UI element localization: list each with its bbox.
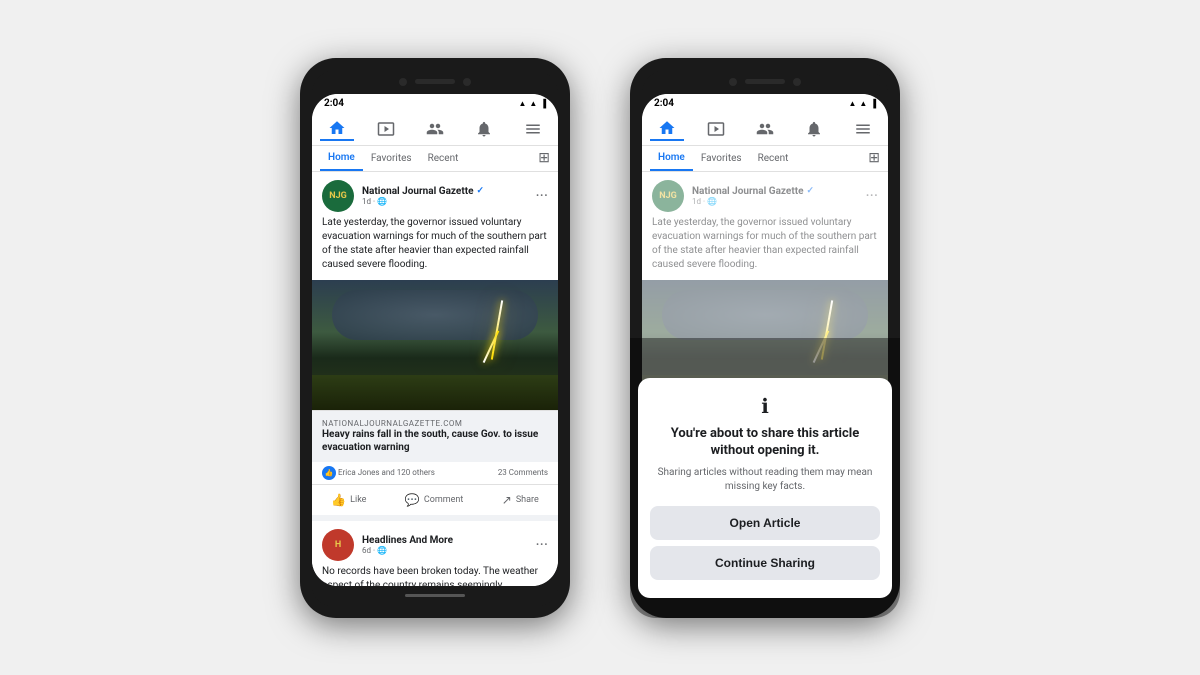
comment-action-icon: 💬: [405, 493, 420, 507]
phone-screen-right: 2:04 ▲ ▲ ▐: [642, 94, 888, 586]
nav-menu-left[interactable]: [516, 118, 550, 140]
wifi-icon-right: ▲: [848, 99, 856, 108]
nav-home-left[interactable]: [320, 117, 354, 141]
speaker-right: [745, 79, 785, 84]
sensor-left: [463, 78, 471, 86]
tab-recent-right[interactable]: Recent: [750, 147, 797, 170]
battery-icon-right: ▐: [870, 99, 876, 108]
signal-icon: ▲: [529, 99, 537, 108]
post-header-1-right: NJG National Journal Gazette ✓ 1d · 🌐 ··…: [642, 172, 888, 216]
signal-icon-right: ▲: [859, 99, 867, 108]
post-image-1-left: [312, 280, 558, 410]
storm-ground-left: [312, 375, 558, 410]
post-meta-1-right: National Journal Gazette ✓ 1d · 🌐: [692, 186, 857, 206]
continue-sharing-button[interactable]: Continue Sharing: [650, 546, 880, 580]
verified-badge-left: ✓: [477, 186, 485, 196]
post-meta-1-left: National Journal Gazette ✓ 1d · 🌐: [362, 186, 527, 206]
tab-home-right[interactable]: Home: [650, 146, 693, 171]
more-btn-1-right[interactable]: ···: [865, 186, 878, 205]
more-btn-2-left[interactable]: ···: [535, 535, 548, 554]
phone-top-bar-left: [312, 70, 558, 94]
facebook-nav-left: [312, 111, 558, 146]
post-author-2-left: Headlines And More: [362, 535, 527, 546]
verified-badge-right: ✓: [807, 186, 815, 196]
comment-btn-left[interactable]: 💬 Comment: [397, 489, 471, 511]
post-time-2-left: 6d · 🌐: [362, 546, 527, 555]
storm-cloud-left: [332, 290, 538, 340]
post-text-2-left: No records have been broken today. The w…: [312, 565, 558, 586]
info-icon: ℹ: [650, 394, 880, 418]
fb-tabs-right: Home Favorites Recent ⊞: [642, 146, 888, 172]
post-meta-2-left: Headlines And More 6d · 🌐: [362, 535, 527, 555]
facebook-nav-right: [642, 111, 888, 146]
status-icons-left: ▲ ▲ ▐: [518, 99, 546, 108]
avatar-njg-left: NJG: [322, 180, 354, 212]
home-indicator-left: [405, 594, 465, 597]
nav-notifications-left[interactable]: [467, 118, 501, 140]
post-text-1-left: Late yesterday, the governor issued volu…: [312, 216, 558, 280]
post-header-2-left: H Headlines And More 6d · 🌐 ···: [312, 521, 558, 565]
nav-groups-left[interactable]: [418, 118, 452, 140]
tab-favorites-left[interactable]: Favorites: [363, 147, 420, 170]
camera-right: [729, 78, 737, 86]
avatar-ham-left: H: [322, 529, 354, 561]
phone-top-bar-right: [642, 70, 888, 94]
sensor-right: [793, 78, 801, 86]
phone-bottom-left: [312, 586, 558, 606]
wifi-icon: ▲: [518, 99, 526, 108]
post-time-1-left: 1d · 🌐: [362, 197, 527, 206]
tab-recent-left[interactable]: Recent: [420, 147, 467, 170]
camera-left: [399, 78, 407, 86]
dialog-subtitle: Sharing articles without reading them ma…: [650, 466, 880, 494]
phone-screen-left: 2:04 ▲ ▲ ▐: [312, 94, 558, 586]
more-btn-1-left[interactable]: ···: [535, 186, 548, 205]
fb-tabs-left: Home Favorites Recent ⊞: [312, 146, 558, 172]
nav-watch-right[interactable]: [699, 118, 733, 140]
post-text-1-right: Late yesterday, the governor issued volu…: [642, 216, 888, 280]
status-bar-left: 2:04 ▲ ▲ ▐: [312, 94, 558, 111]
status-bar-right: 2:04 ▲ ▲ ▐: [642, 94, 888, 111]
phone-right: 2:04 ▲ ▲ ▐: [630, 58, 900, 618]
phone-left: 2:04 ▲ ▲ ▐: [300, 58, 570, 618]
post-reactions-left: 👍 Erica Jones and 120 others 23 Comments: [312, 462, 558, 485]
filter-icon-left[interactable]: ⊞: [538, 150, 550, 166]
feed-left: NJG National Journal Gazette ✓ 1d · 🌐 ··…: [312, 172, 558, 586]
time-right: 2:04: [654, 98, 674, 109]
share-dialog: ℹ You're about to share this article wit…: [642, 378, 888, 586]
like-btn-left[interactable]: 👍 Like: [323, 489, 374, 511]
nav-menu-right[interactable]: [846, 118, 880, 140]
nav-home-right[interactable]: [650, 117, 684, 141]
share-action-icon: ↗: [502, 493, 512, 507]
link-preview-left: NATIONALJOURNALGAZETTE.COM Heavy rains f…: [312, 410, 558, 462]
open-article-button[interactable]: Open Article: [650, 506, 880, 540]
post-time-1-right: 1d · 🌐: [692, 197, 857, 206]
reaction-icons-left: 👍 Erica Jones and 120 others: [322, 466, 435, 480]
battery-icon: ▐: [540, 99, 546, 108]
filter-icon-right[interactable]: ⊞: [868, 150, 880, 166]
like-icon-left: 👍: [322, 466, 336, 480]
link-title-left: Heavy rains fall in the south, cause Gov…: [322, 428, 548, 454]
nav-watch-left[interactable]: [369, 118, 403, 140]
time-left: 2:04: [324, 98, 344, 109]
tab-home-left[interactable]: Home: [320, 146, 363, 171]
avatar-njg-right: NJG: [652, 180, 684, 212]
dialog-title: You're about to share this article witho…: [650, 426, 880, 460]
speaker-left: [415, 79, 455, 84]
nav-notifications-right[interactable]: [797, 118, 831, 140]
nav-groups-right[interactable]: [748, 118, 782, 140]
post-actions-left: 👍 Like 💬 Comment ↗ Share: [312, 485, 558, 515]
post-card-2-left: H Headlines And More 6d · 🌐 ··· No recor…: [312, 521, 558, 586]
dialog-overlay-right: ℹ You're about to share this article wit…: [642, 338, 888, 586]
post-card-1-left: NJG National Journal Gazette ✓ 1d · 🌐 ··…: [312, 172, 558, 515]
post-header-1-left: NJG National Journal Gazette ✓ 1d · 🌐 ··…: [312, 172, 558, 216]
share-btn-left[interactable]: ↗ Share: [494, 489, 547, 511]
post-author-1-right: National Journal Gazette ✓: [692, 186, 857, 197]
storm-cloud-right: [662, 290, 868, 340]
post-author-1-left: National Journal Gazette ✓: [362, 186, 527, 197]
tab-favorites-right[interactable]: Favorites: [693, 147, 750, 170]
status-icons-right: ▲ ▲ ▐: [848, 99, 876, 108]
link-source-left: NATIONALJOURNALGAZETTE.COM: [322, 419, 548, 428]
like-action-icon: 👍: [331, 493, 346, 507]
